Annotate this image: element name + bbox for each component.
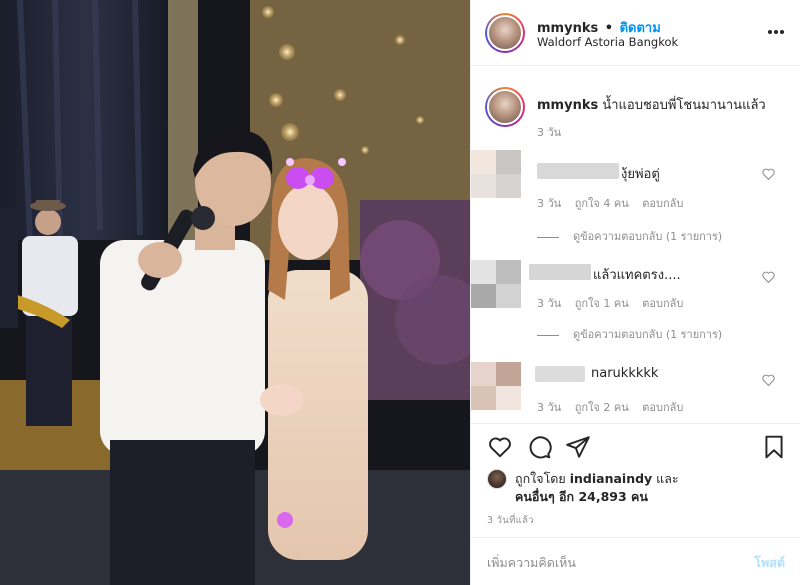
comment-item: narukkkkk 3 วัน ถูกใจ 2 คน ตอบกลับ: [471, 350, 800, 420]
liker-avatar[interactable]: [487, 469, 507, 489]
comment-text: narukkkkk: [591, 366, 659, 381]
commenter-avatar[interactable]: [471, 362, 521, 410]
action-bar: [471, 423, 800, 467]
liker-username[interactable]: indianaindy: [570, 471, 652, 486]
replies-line: [537, 334, 559, 336]
likes-count-button[interactable]: คนอื่นๆ อีก 24,893 คน: [515, 487, 648, 507]
comment-likes[interactable]: ถูกใจ 1 คน: [575, 297, 629, 310]
comment-time[interactable]: 3 วัน: [537, 297, 561, 310]
blurred-username: [535, 366, 585, 382]
comment-input[interactable]: [487, 550, 727, 574]
reply-button[interactable]: ตอบกลับ: [642, 297, 683, 310]
heart-icon[interactable]: [762, 271, 775, 287]
commenter-avatar[interactable]: [471, 260, 521, 308]
post-header: mmynks • ติดตาม Waldorf Astoria Bangkok: [471, 0, 800, 66]
view-replies-label: ดูข้อความตอบกลับ (1 รายการ): [573, 230, 723, 243]
post-comment-button[interactable]: โพสต์: [754, 553, 785, 573]
add-comment-bar: โพสต์: [471, 537, 800, 585]
more-horizontal-icon[interactable]: [767, 22, 785, 35]
post-side-panel: mmynks • ติดตาม Waldorf Astoria Bangkok …: [470, 0, 800, 585]
view-replies-button[interactable]: ดูข้อความตอบกลับ (1 รายการ): [537, 227, 722, 245]
comment-icon[interactable]: [526, 434, 552, 460]
heart-icon[interactable]: [762, 168, 775, 184]
likes-prefix: ถูกใจโดย: [515, 471, 566, 486]
author-username[interactable]: mmynks: [537, 21, 598, 36]
follow-button[interactable]: ติดตาม: [620, 21, 661, 36]
blurred-username: [529, 264, 591, 280]
bookmark-icon[interactable]: [761, 434, 787, 460]
view-replies-label: ดูข้อความตอบกลับ (1 รายการ): [573, 328, 723, 341]
comment-likes[interactable]: ถูกใจ 2 คน: [575, 401, 629, 414]
reply-button[interactable]: ตอบกลับ: [642, 197, 683, 210]
heart-icon[interactable]: [762, 374, 775, 390]
location-link[interactable]: Waldorf Astoria Bangkok: [537, 35, 678, 49]
likes-and: และ: [656, 471, 679, 486]
comment-time[interactable]: 3 วัน: [537, 401, 561, 414]
caption-avatar[interactable]: [485, 87, 525, 127]
separator-dot: •: [604, 21, 614, 36]
comment-text: แล้วแทคตรง....: [593, 268, 681, 283]
replies-line: [537, 236, 559, 238]
share-icon[interactable]: [565, 434, 591, 460]
author-avatar[interactable]: [485, 13, 525, 53]
caption-text: น้ำแอบชอบพี่โชนมานานแล้ว: [602, 98, 766, 113]
photo-illustration: [0, 0, 470, 585]
comment-item: แล้วแทคตรง.... 3 วัน ถูกใจ 1 คน ตอบกลับ: [471, 244, 800, 314]
reply-button[interactable]: ตอบกลับ: [642, 401, 683, 414]
post-photo[interactable]: [0, 0, 470, 585]
post-time[interactable]: 3 วันที่แล้ว: [487, 513, 534, 528]
caption-username[interactable]: mmynks: [537, 98, 598, 113]
heart-icon[interactable]: [487, 434, 513, 460]
caption-time[interactable]: 3 วัน: [537, 123, 561, 141]
comment-text: งุ้ยพ่อตู่: [621, 167, 660, 182]
comment-likes[interactable]: ถูกใจ 4 คน: [575, 197, 629, 210]
blurred-username: [537, 163, 619, 179]
view-replies-button[interactable]: ดูข้อความตอบกลับ (1 รายการ): [537, 325, 722, 343]
commenter-avatar[interactable]: [471, 150, 521, 198]
comment-time[interactable]: 3 วัน: [537, 197, 561, 210]
comment-item: งุ้ยพ่อตู่ 3 วัน ถูกใจ 4 คน ตอบกลับ: [471, 150, 800, 220]
